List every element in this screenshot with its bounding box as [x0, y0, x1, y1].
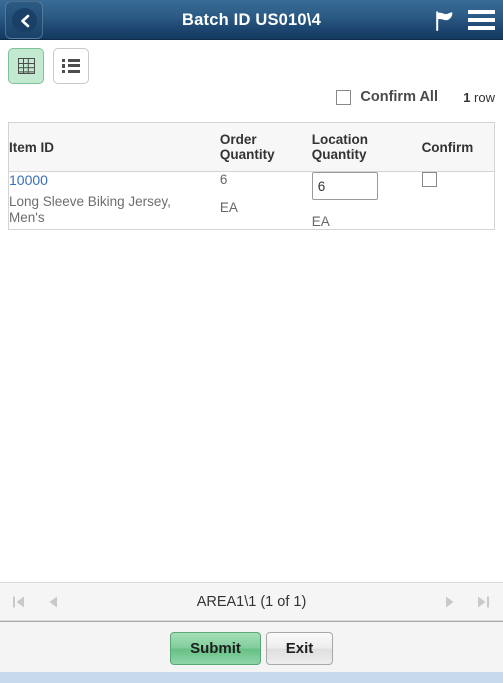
- column-header-location-quantity: Location Quantity: [311, 122, 422, 172]
- column-header-confirm: Confirm: [421, 122, 495, 172]
- list-line: [68, 59, 80, 63]
- column-header-location-line1: Location: [311, 132, 368, 147]
- menu-bar: [468, 10, 495, 14]
- row-count-label: row: [470, 90, 495, 105]
- pagination-bar: AREA1\1 (1 of 1): [0, 582, 503, 621]
- hamburger-menu-icon[interactable]: [468, 10, 495, 31]
- confirm-all-label: Confirm All: [360, 89, 438, 105]
- footer-accent-strip: [0, 672, 503, 683]
- cell-location-quantity: EA: [311, 171, 422, 230]
- item-id-link[interactable]: 10000: [9, 172, 220, 188]
- list-line: [68, 64, 80, 68]
- footer-button-bar: Submit Exit: [0, 621, 503, 672]
- last-page-icon[interactable]: [474, 594, 492, 610]
- list-dot: [62, 69, 66, 73]
- item-description: Long Sleeve Biking Jersey, Men's: [9, 194, 171, 225]
- column-header-item-id: Item ID: [8, 122, 220, 172]
- batch-items-table: Item ID Order Quantity Location Quantity…: [8, 122, 495, 230]
- flag-icon[interactable]: [432, 9, 456, 33]
- view-toggle-group: [8, 48, 89, 84]
- column-header-order-line1: Order: [219, 132, 257, 147]
- confirm-row-checkbox[interactable]: [421, 172, 437, 187]
- location-quantity-uom: EA: [311, 214, 330, 229]
- grid-view-button[interactable]: [8, 48, 44, 84]
- cell-item: 10000 Long Sleeve Biking Jersey, Men's: [8, 171, 220, 230]
- column-header-order-line2: Quantity: [219, 147, 275, 162]
- confirm-all-strip: Confirm All 1 row: [8, 89, 495, 115]
- exit-button[interactable]: Exit: [266, 632, 333, 665]
- table-body: 10000 Long Sleeve Biking Jersey, Men's 6…: [8, 171, 495, 230]
- submit-button[interactable]: Submit: [170, 632, 261, 665]
- list-view-icon: [62, 59, 80, 73]
- column-header-location-line2: Quantity: [311, 147, 367, 162]
- list-dot: [62, 64, 66, 68]
- grid-view-icon: [17, 58, 35, 74]
- confirm-all-control[interactable]: Confirm All: [336, 89, 438, 105]
- table-header: Item ID Order Quantity Location Quantity…: [8, 122, 495, 172]
- menu-bar: [468, 26, 495, 30]
- location-quantity-input[interactable]: [311, 172, 378, 200]
- order-quantity-value: 6: [219, 172, 228, 187]
- cell-order-quantity: 6 EA: [219, 171, 312, 230]
- list-view-button[interactable]: [53, 48, 89, 84]
- list-line: [68, 69, 80, 73]
- column-header-order-quantity: Order Quantity: [219, 122, 312, 172]
- app-header: Batch ID US010\4: [0, 0, 503, 40]
- pagination-label: AREA1\1 (1 of 1): [196, 594, 307, 610]
- page-title: Batch ID US010\4: [182, 11, 321, 29]
- confirm-all-checkbox[interactable]: [336, 89, 352, 105]
- row-count: 1 row: [463, 90, 495, 105]
- next-page-icon[interactable]: [441, 594, 459, 610]
- table-row: 10000 Long Sleeve Biking Jersey, Men's 6…: [8, 171, 495, 230]
- order-quantity-uom: EA: [219, 200, 238, 215]
- menu-bar: [468, 18, 495, 22]
- cell-confirm: [421, 171, 495, 230]
- list-dot: [62, 59, 66, 63]
- table-header-row: Item ID Order Quantity Location Quantity…: [8, 122, 495, 172]
